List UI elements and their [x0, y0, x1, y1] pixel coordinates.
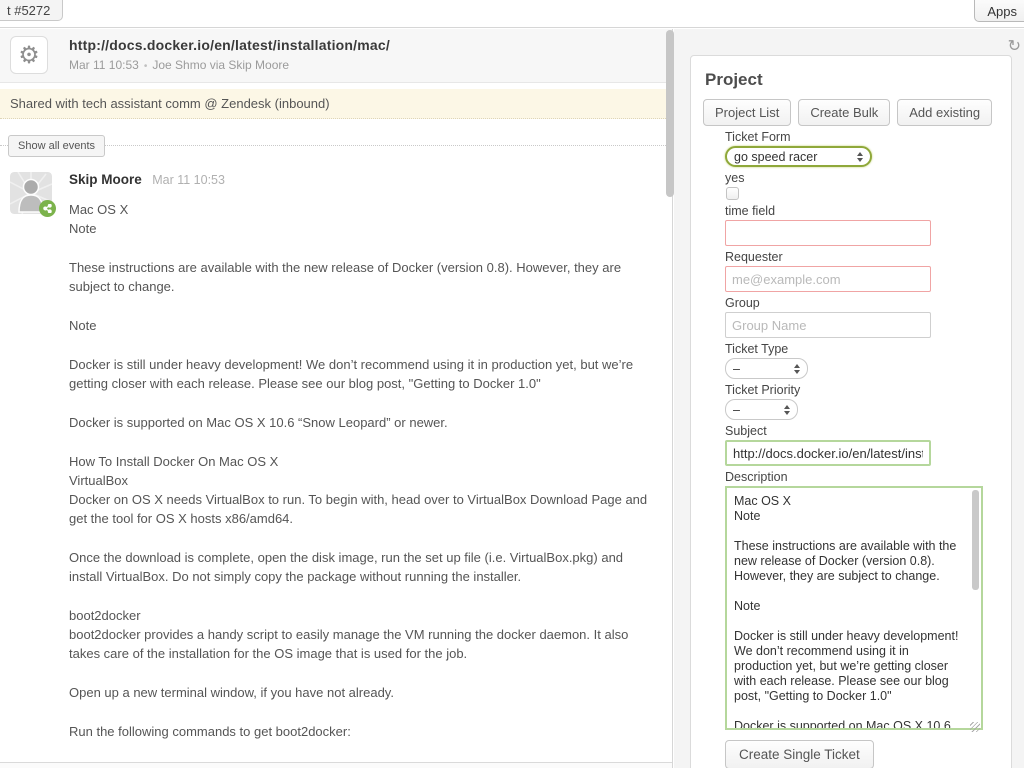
- comment-header: Skip Moore Mar 11 10:53: [69, 169, 651, 189]
- comment-paragraph: boot2docker boot2docker provides a handy…: [69, 606, 657, 663]
- comment-timestamp: Mar 11 10:53: [152, 173, 225, 187]
- vertical-scrollbar[interactable]: [666, 30, 674, 197]
- top-bar: t #5272 Apps: [0, 0, 1024, 28]
- project-button-row: Project List Create Bulk Add existing: [703, 99, 999, 126]
- comment-paragraph: Open up a new terminal window, if you ha…: [69, 683, 657, 702]
- ticket-type-label: Ticket Type: [725, 343, 999, 356]
- requester-label: Requester: [725, 251, 999, 264]
- comment-paragraph: Docker is still under heavy development!…: [69, 355, 657, 393]
- ticket-timestamp: Mar 11 10:53: [69, 58, 139, 72]
- avatar: [10, 172, 52, 214]
- bottom-divider: [0, 762, 672, 768]
- gear-icon: ⚙: [18, 42, 40, 69]
- group-label: Group: [725, 297, 999, 310]
- create-single-ticket-button[interactable]: Create Single Ticket: [725, 740, 874, 768]
- time-field-input[interactable]: [725, 220, 931, 246]
- create-bulk-button[interactable]: Create Bulk: [798, 99, 890, 126]
- ticket-type-select[interactable]: –: [725, 358, 808, 379]
- ticket-header: ⚙ http://docs.docker.io/en/latest/instal…: [0, 29, 672, 83]
- refresh-icon[interactable]: ↻: [1008, 36, 1021, 56]
- select-arrows-icon: [857, 152, 863, 162]
- comment-paragraph: These instructions are available with th…: [69, 258, 657, 296]
- resize-handle-icon[interactable]: [970, 722, 980, 732]
- apps-panel: ↻ Project Project List Create Bulk Add e…: [674, 29, 1024, 768]
- apps-button[interactable]: Apps: [974, 0, 1024, 22]
- dot-separator-icon: •: [139, 61, 153, 72]
- ticket-type-value: –: [733, 362, 740, 376]
- comment-paragraph: Once the download is complete, open the …: [69, 548, 657, 586]
- shared-banner: Shared with tech assistant comm @ Zendes…: [0, 89, 672, 119]
- comment: Skip Moore Mar 11 10:53 Mac OS X Note The…: [0, 169, 672, 768]
- subject-label: Subject: [725, 425, 999, 438]
- description-label: Description: [725, 471, 999, 484]
- show-all-events-button[interactable]: Show all events: [8, 135, 105, 157]
- ticket-priority-label: Ticket Priority: [725, 384, 999, 397]
- share-icon: [43, 204, 52, 213]
- select-arrows-icon: [784, 405, 790, 415]
- textarea-scrollbar[interactable]: [972, 490, 979, 590]
- comment-paragraph: Note: [69, 316, 657, 335]
- comment-author: Skip Moore: [69, 172, 142, 187]
- ticket-via: Joe Shmo via Skip Moore: [152, 58, 289, 72]
- ticket-tab[interactable]: t #5272: [0, 0, 63, 21]
- ticket-title: http://docs.docker.io/en/latest/installa…: [69, 37, 390, 53]
- comment-paragraph: Docker is supported on Mac OS X 10.6 “Sn…: [69, 413, 657, 432]
- ticket-priority-value: –: [733, 403, 740, 417]
- sharing-app-icon-box: ⚙: [10, 36, 48, 74]
- description-wrapper: Mac OS X Note These instructions are ava…: [725, 486, 983, 735]
- time-field-label: time field: [725, 205, 999, 218]
- add-existing-button[interactable]: Add existing: [897, 99, 992, 126]
- comment-paragraph: Run the following commands to get boot2d…: [69, 722, 657, 741]
- shared-badge: [39, 200, 56, 217]
- ticket-form-value: go speed racer: [734, 150, 817, 164]
- comment-body: Mac OS X Note These instructions are avai…: [69, 200, 657, 741]
- events-row: Show all events: [0, 135, 672, 157]
- ticket-panel: ⚙ http://docs.docker.io/en/latest/instal…: [0, 29, 673, 768]
- comment-paragraph: Mac OS X Note: [69, 200, 657, 238]
- ticket-form-select[interactable]: go speed racer: [725, 146, 872, 167]
- yes-label: yes: [725, 172, 999, 185]
- description-textarea[interactable]: Mac OS X Note These instructions are ava…: [725, 486, 983, 730]
- ticket-form-label: Ticket Form: [725, 131, 999, 144]
- yes-checkbox[interactable]: [726, 187, 739, 200]
- group-input[interactable]: [725, 312, 931, 338]
- project-app-title: Project: [705, 70, 999, 90]
- comment-paragraph: How To Install Docker On Mac OS X Virtua…: [69, 452, 657, 528]
- subject-input[interactable]: [725, 440, 931, 466]
- ticket-priority-select[interactable]: –: [725, 399, 798, 420]
- select-arrows-icon: [794, 364, 800, 374]
- project-list-button[interactable]: Project List: [703, 99, 791, 126]
- requester-input[interactable]: [725, 266, 931, 292]
- ticket-meta: Mar 11 10:53•Joe Shmo via Skip Moore: [69, 58, 289, 72]
- project-app-card: Project Project List Create Bulk Add exi…: [690, 55, 1012, 768]
- project-form: Ticket Form go speed racer yes time fiel…: [725, 131, 999, 768]
